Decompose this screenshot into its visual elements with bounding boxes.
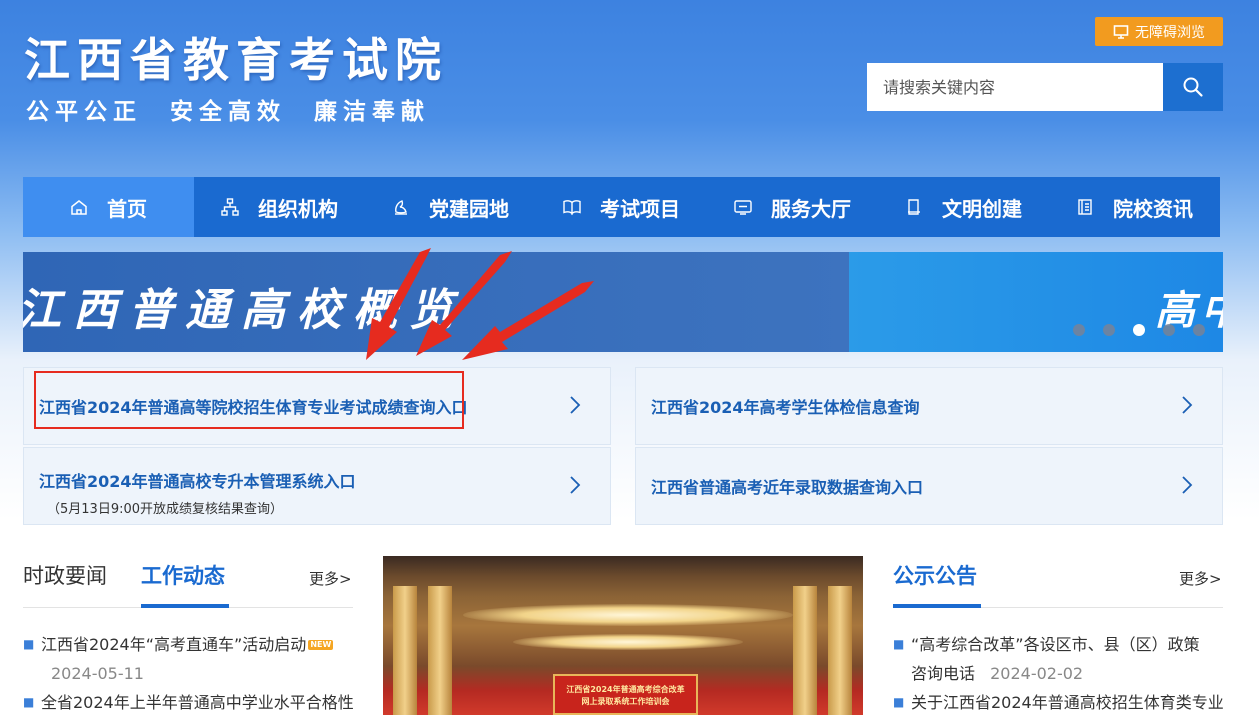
- more-link[interactable]: 更多>: [309, 568, 352, 589]
- news-date: 2024-05-11: [51, 664, 144, 683]
- stage-line: 网上录取系统工作培训会: [581, 697, 670, 706]
- book-icon: [563, 200, 581, 216]
- chandelier: [463, 604, 793, 626]
- bullet: ■: [23, 637, 35, 651]
- carousel-dot[interactable]: [1073, 324, 1085, 336]
- nav-item-organization[interactable]: 组织机构: [194, 177, 365, 237]
- nav-item-party[interactable]: 党建园地: [365, 177, 536, 237]
- nav-label: 服务大厅: [771, 196, 851, 221]
- bullet: ■: [893, 637, 905, 651]
- banner-carousel[interactable]: 江西普通高校概览 高中: [23, 252, 1223, 352]
- carousel-dot[interactable]: [1193, 324, 1205, 336]
- quick-link-card[interactable]: 江西省普通高考近年录取数据查询入口: [635, 447, 1223, 525]
- carousel-dots: [1073, 324, 1205, 336]
- stage-banner: 江西省2024年普通高考综合改革 网上录取系统工作培训会: [553, 674, 698, 715]
- announcement-item[interactable]: ■ “高考综合改革”各设区市、县（区）政策 咨询电话 2024-02-02: [893, 630, 1231, 688]
- nav-label: 首页: [107, 196, 147, 221]
- quick-link-card[interactable]: 江西省2024年普通高校专升本管理系统入口 （5月13日9:00开放成绩复核结果…: [23, 447, 611, 525]
- accessibility-button[interactable]: 无障碍浏览: [1095, 17, 1223, 46]
- nav-label: 考试项目: [600, 196, 680, 221]
- accessibility-label: 无障碍浏览: [1135, 24, 1205, 41]
- main-nav: 首页 组织机构 党建园地 考试项目 服务大厅 文明创建 院校资讯: [23, 177, 1220, 237]
- news-item[interactable]: ■ 全省2024年上半年普通高中学业水平合格性: [23, 688, 361, 715]
- chevron-right-icon: [570, 476, 581, 494]
- bullet: ■: [23, 695, 35, 709]
- party-icon: [395, 200, 407, 215]
- tab-announcements[interactable]: 公示公告: [893, 560, 977, 590]
- pillar: [393, 586, 417, 715]
- nav-label: 组织机构: [258, 196, 338, 221]
- quick-link-title: 江西省2024年高考学生体检信息查询: [651, 398, 920, 417]
- banner-text: 江西普通高校概览: [23, 285, 465, 336]
- nav-label: 院校资讯: [1113, 196, 1193, 221]
- chevron-right-icon: [570, 396, 581, 414]
- bullet: ■: [893, 695, 905, 709]
- quick-link-card[interactable]: 江西省2024年普通高等院校招生体育专业考试成绩查询入口: [23, 367, 611, 445]
- search-input[interactable]: [867, 63, 1164, 111]
- news-icon: [1078, 199, 1092, 215]
- news-title: 全省2024年上半年普通高中学业水平合格性: [41, 693, 354, 712]
- new-badge: NEW: [308, 640, 334, 650]
- home-icon: [71, 200, 87, 215]
- quick-link-title: 江西省2024年普通高校专升本管理系统入口: [39, 471, 356, 491]
- banner-slide-next: 高中: [849, 252, 1223, 352]
- chevron-right-icon: [1182, 396, 1193, 414]
- tab-politics[interactable]: 时政要闻: [23, 560, 107, 590]
- nav-item-home[interactable]: 首页: [23, 177, 194, 237]
- site-slogan: 公平公正 安全高效 廉洁奉献: [26, 99, 431, 125]
- stage-line: 江西省2024年普通高考综合改革: [566, 685, 685, 694]
- banner-slide: 江西普通高校概览: [23, 252, 849, 352]
- monitor-icon: [1113, 24, 1129, 39]
- announcement-title: 关于江西省2024年普通高校招生体育类专业: [911, 693, 1224, 712]
- quick-link-card[interactable]: 江西省2024年高考学生体检信息查询: [635, 367, 1223, 445]
- org-chart-icon: [221, 198, 239, 216]
- nav-item-college-news[interactable]: 院校资讯: [1049, 177, 1219, 237]
- service-icon: [734, 200, 752, 215]
- news-title: 江西省2024年“高考直通车”活动启动: [41, 635, 307, 654]
- carousel-dot-active[interactable]: [1133, 324, 1145, 336]
- carousel-dot[interactable]: [1103, 324, 1115, 336]
- announcement-title-cont: 咨询电话: [911, 664, 976, 683]
- pillar: [828, 586, 852, 715]
- tab-underline: [141, 604, 229, 608]
- pillar: [793, 586, 817, 715]
- tab-underline: [893, 604, 981, 608]
- pillar: [428, 586, 452, 715]
- nav-item-exams[interactable]: 考试项目: [536, 177, 707, 237]
- quick-link-subtitle: （5月13日9:00开放成绩复核结果查询）: [47, 501, 284, 517]
- announcement-date: 2024-02-02: [990, 664, 1084, 683]
- announcement-item[interactable]: ■ 关于江西省2024年普通高校招生体育类专业: [893, 688, 1231, 715]
- search-icon: [1183, 77, 1203, 97]
- more-link[interactable]: 更多>: [1179, 568, 1222, 589]
- search-button[interactable]: [1163, 63, 1223, 111]
- news-photo[interactable]: 江西省2024年普通高考综合改革 网上录取系统工作培训会: [383, 556, 863, 715]
- nav-label: 党建园地: [429, 196, 509, 221]
- quick-link-title: 江西省普通高考近年录取数据查询入口: [651, 478, 924, 497]
- carousel-dot[interactable]: [1163, 324, 1175, 336]
- site-title[interactable]: 江西省教育考试院: [24, 24, 448, 90]
- chandelier: [513, 634, 743, 650]
- quick-link-title: 江西省2024年普通高等院校招生体育专业考试成绩查询入口: [39, 398, 468, 417]
- announcement-title: “高考综合改革”各设区市、县（区）政策: [911, 635, 1200, 654]
- tab-work-news[interactable]: 工作动态: [141, 560, 225, 590]
- nav-item-service[interactable]: 服务大厅: [707, 177, 878, 237]
- document-icon: [908, 199, 920, 215]
- news-item[interactable]: ■ 江西省2024年“高考直通车”活动启动 NEW 2024-05-11: [23, 630, 361, 688]
- nav-label: 文明创建: [942, 196, 1022, 221]
- nav-item-civilization[interactable]: 文明创建: [878, 177, 1049, 237]
- chevron-right-icon: [1182, 476, 1193, 494]
